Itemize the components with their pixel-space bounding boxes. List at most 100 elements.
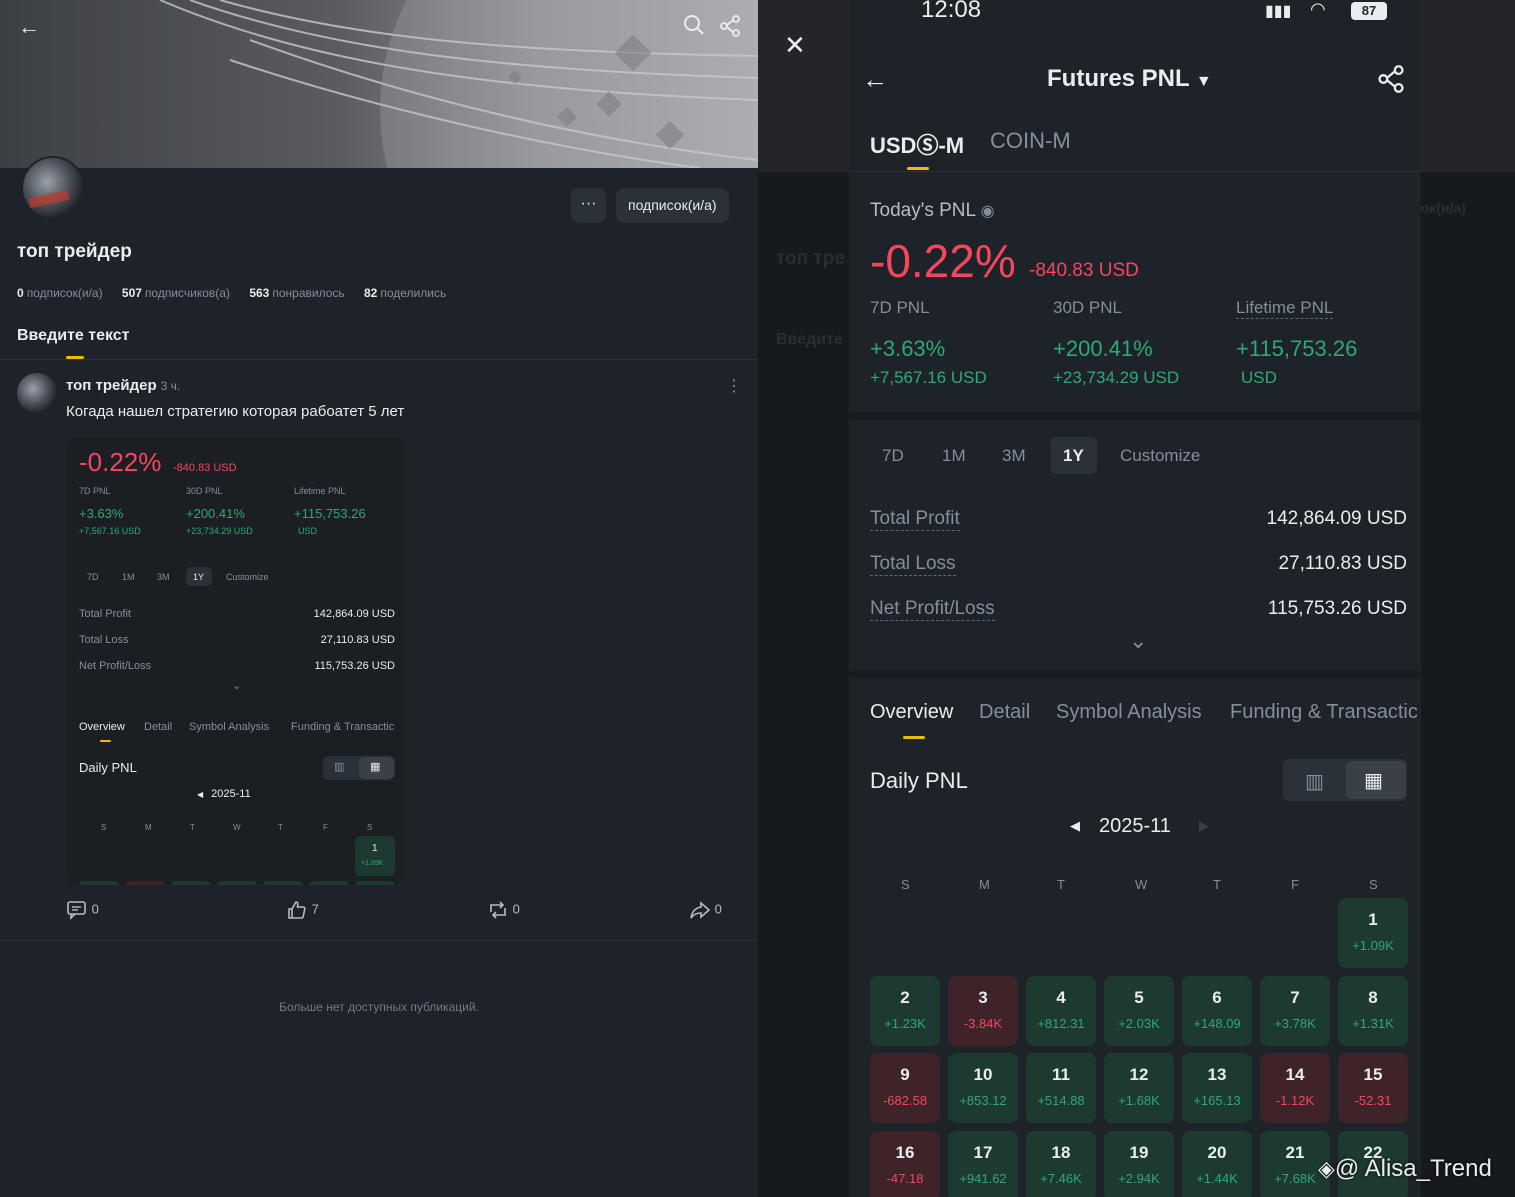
expand-chevron-icon[interactable]: ⌄ (1129, 628, 1147, 654)
day-cell[interactable]: 5 +2.03K (1104, 976, 1174, 1046)
stat-following[interactable]: 0 подписок(и/а) (17, 286, 103, 300)
tab-usds-m[interactable]: USDⓈ-M (870, 128, 964, 160)
day-number: 18 (1051, 1143, 1071, 1162)
day-cell[interactable]: 2 +1.23K (870, 976, 940, 1046)
repost-button[interactable]: 0 (487, 900, 520, 920)
day-cell[interactable]: 20 +1.44K (1182, 1131, 1252, 1197)
range-3m[interactable]: 3M (1002, 446, 1026, 466)
day-cell[interactable]: 7 +3.78K (1260, 976, 1330, 1046)
today-pnl-label: Today's PNL ◉ (870, 200, 995, 221)
day-cell[interactable]: 3 -3.84K (948, 976, 1018, 1046)
day-number: 8 (1368, 988, 1378, 1007)
pnl-30d-usd: +23,734.29 USD (1053, 368, 1180, 387)
embed-weekday: S (367, 823, 373, 832)
repost-count: 0 (512, 901, 520, 917)
day-pnl-value: -47.18 (886, 1171, 924, 1186)
range-7d[interactable]: 7D (882, 446, 904, 466)
range-1y[interactable]: 1Y (1063, 446, 1084, 466)
day-cell[interactable]: 11 +514.88 (1026, 1053, 1096, 1123)
back-arrow-icon[interactable]: ← (862, 64, 888, 95)
subscribe-button[interactable]: подписок(и/а) (616, 188, 729, 223)
day-cell[interactable]: 8 +1.31K (1338, 976, 1408, 1046)
day-number: 13 (1207, 1065, 1227, 1084)
embed-range-custom: Customize (226, 572, 269, 582)
post-avatar[interactable] (17, 373, 57, 413)
more-button[interactable]: ··· (571, 188, 606, 223)
embed-range-1y: 1Y (193, 572, 205, 582)
embed-lifetime-pct: +115,753.26 (294, 506, 366, 521)
day-cell[interactable]: 15 -52.31 (1338, 1053, 1408, 1123)
pnl-30d-label: 30D PNL (1053, 298, 1122, 317)
range-customize[interactable]: Customize (1120, 446, 1200, 466)
embed-month: ◀ 2025-11 (197, 788, 251, 800)
day-cell[interactable]: 14 -1.12K (1260, 1053, 1330, 1123)
close-icon[interactable]: ✕ (784, 30, 806, 61)
weekday-label: T (1057, 877, 1065, 892)
next-month-icon[interactable]: ▶ (1199, 818, 1209, 834)
day-pnl-value: +1.31K (1352, 1016, 1394, 1031)
profile-stats: 0 подписок(и/а) 507 подписчиков(а) 563 понр… (17, 286, 462, 300)
eye-icon[interactable]: ◉ (981, 203, 995, 220)
day-cell[interactable]: 19 +2.94K (1104, 1131, 1174, 1197)
total-profit-value: 142,864.09 USD (1266, 508, 1408, 529)
comment-icon (67, 901, 86, 920)
subtab-symbol-analysis[interactable]: Symbol Analysis (1056, 701, 1202, 724)
embed-day-cell (309, 881, 349, 885)
day-cell[interactable]: 1 +1.09K (1338, 898, 1408, 968)
share-post-button[interactable]: 0 (689, 900, 722, 920)
embed-day-cell (355, 836, 395, 876)
embed-daily-label: Daily PNL (79, 760, 137, 775)
total-loss-value: 27,110.83 USD (1278, 553, 1407, 574)
pnl-lifetime-pct: +115,753.26 (1236, 336, 1358, 361)
embed-lifetime-usd: USD (298, 526, 318, 536)
back-arrow-icon[interactable]: ← (18, 14, 40, 40)
embed-net-label: Net Profit/Loss (79, 660, 152, 672)
day-cell[interactable]: 6 +148.09 (1182, 976, 1252, 1046)
embed-bar-chart-icon: ▥ (334, 761, 345, 773)
day-cell[interactable]: 9 -682.58 (870, 1053, 940, 1123)
pnl-title[interactable]: Futures PNL ▼ (1047, 65, 1212, 93)
post-author[interactable]: топ трейдер 3 ч. (66, 377, 180, 394)
embed-range-7d: 7D (87, 572, 99, 582)
post-image-pnl[interactable]: -0.22% -840.83 USD 7D PNL 30D PNL Lifeti… (66, 437, 403, 885)
embed-weekday: W (233, 823, 241, 832)
subtab-overview[interactable]: Overview (870, 701, 953, 724)
caret-down-icon: ▼ (1195, 73, 1212, 90)
day-cell[interactable]: 18 +7.46K (1026, 1131, 1096, 1197)
post-menu-icon[interactable]: ⋮ (726, 376, 742, 396)
day-cell[interactable]: 10 +853.12 (948, 1053, 1018, 1123)
range-1m[interactable]: 1M (942, 446, 966, 466)
net-pnl-label: Net Profit/Loss (870, 598, 995, 621)
day-cell[interactable]: 16 -47.18 (870, 1131, 940, 1197)
embed-7d-label: 7D PNL (79, 486, 111, 496)
subtab-indicator (903, 736, 925, 739)
like-count: 7 (311, 901, 319, 917)
embed-7d-usd: +7,567.16 USD (79, 526, 141, 536)
embed-weekday: T (190, 823, 195, 832)
today-pnl-pct: -0.22% (870, 235, 1016, 287)
tab-posts[interactable]: Введите текст (17, 327, 130, 345)
day-cell[interactable]: 4 +812.31 (1026, 976, 1096, 1046)
profile-avatar[interactable] (21, 156, 85, 220)
share-icon[interactable] (1377, 65, 1405, 98)
prev-month-icon[interactable]: ◀ (1070, 818, 1080, 834)
stat-followers[interactable]: 507 подписчиков(а) (122, 286, 230, 300)
battery-icon: 87 (1351, 2, 1387, 20)
subtab-detail[interactable]: Detail (979, 701, 1030, 724)
day-cell[interactable]: 12 +1.68K (1104, 1053, 1174, 1123)
bar-chart-icon[interactable]: ▥ (1305, 769, 1324, 794)
embed-weekday: S (101, 823, 107, 832)
pnl-lifetime-usd: USD (1241, 368, 1277, 387)
pnl-lifetime-label: Lifetime PNL (1236, 298, 1334, 319)
day-cell[interactable]: 17 +941.62 (948, 1131, 1018, 1197)
tab-coin-m[interactable]: COIN-M (990, 128, 1071, 154)
screenshot-root: ← ··· подписок(и/а) топ трейдер 0 подписо… (0, 0, 1515, 1197)
profile-screen: ← ··· подписок(и/а) топ трейдер 0 подписо… (0, 0, 758, 1197)
weekday-label: F (1291, 877, 1299, 892)
subtab-funding[interactable]: Funding & Transactic (1230, 701, 1418, 724)
like-button[interactable]: 7 (286, 900, 319, 920)
comment-count: 0 (91, 901, 99, 917)
comment-button[interactable]: 0 (66, 900, 99, 920)
calendar-icon[interactable]: ▦ (1364, 768, 1383, 793)
day-cell[interactable]: 13 +165.13 (1182, 1053, 1252, 1123)
